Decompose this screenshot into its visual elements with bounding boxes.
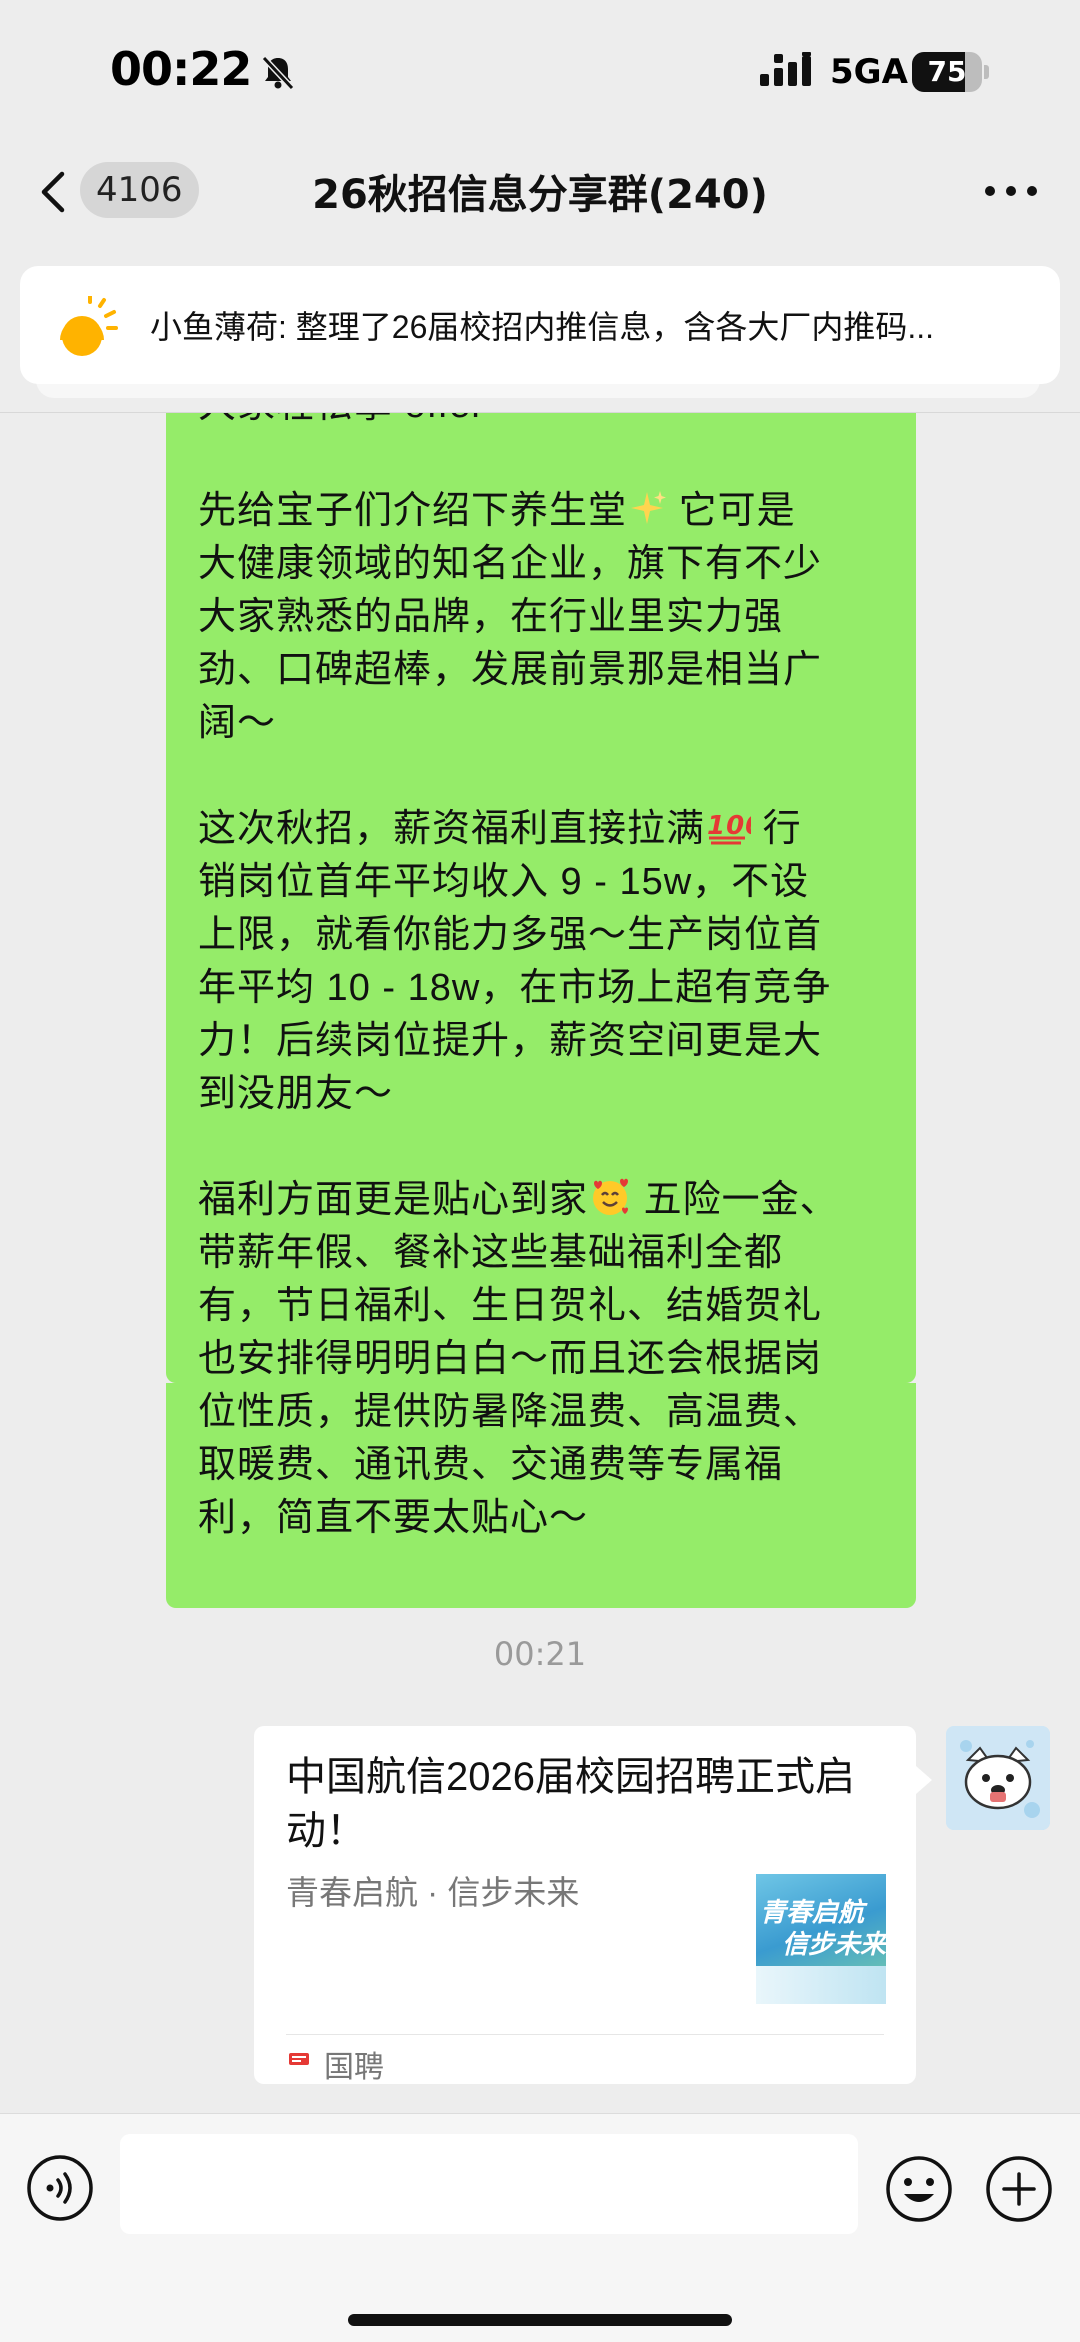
hundred-points-emoji: 100	[705, 806, 763, 856]
pinned-notice-text: 小鱼薄荷: 整理了26届校招内推信息，含各大厂内推码...	[150, 309, 935, 345]
message-line: 到没朋友～	[198, 1073, 394, 1115]
avatar-image-icon	[946, 1726, 1050, 1830]
link-card-thumbnail: 青春启航 信步未来	[756, 1874, 886, 2004]
avatar[interactable]	[946, 1726, 1050, 1830]
mute-bell-icon	[261, 55, 295, 91]
source-logo-icon	[289, 2053, 309, 2065]
emoji-face-icon[interactable]	[884, 2154, 954, 2224]
link-card-divider	[286, 2034, 884, 2035]
message-line: 大家熟悉的品牌，在行业里实力强	[198, 596, 784, 638]
unread-count-badge: 4106	[80, 162, 199, 218]
sun-icon	[60, 296, 118, 356]
message-bubble-continued[interactable]: 位性质，提供防暑降温费、高温费、 取暖费、通讯费、交通费等专属福 利，简直不要太…	[166, 1383, 916, 1608]
status-time: 00:22	[110, 42, 252, 96]
message-line: 销岗位首年平均收入 9 - 15w，不设	[198, 861, 810, 903]
message-line: 取暖费、通讯费、交通费等专属福	[198, 1444, 784, 1486]
message-line: 力！后续岗位提升，薪资空间更是大	[198, 1020, 823, 1062]
message-line: 劲、口碑超棒，发展前景那是相当广	[198, 649, 823, 691]
message-input[interactable]	[120, 2134, 858, 2234]
link-card-source: 国聘	[324, 2051, 384, 2084]
more-dots-icon[interactable]	[976, 166, 1046, 216]
message-line: 利，简直不要太贴心～	[198, 1497, 589, 1539]
message-line: 这次秋招，薪资福利直接拉满100 行	[198, 797, 802, 856]
message-line: 阔～	[198, 702, 277, 744]
pinned-notice-area: 小鱼薄荷: 整理了26届校招内推信息，含各大厂内推码...	[0, 240, 1080, 413]
message-line: 大家轻松拿 offer～	[198, 413, 524, 428]
back-chevron-icon	[41, 171, 65, 213]
message-timestamp: 00:21	[493, 1635, 587, 1673]
network-label: 5GA	[830, 52, 908, 92]
message-line: 年平均 10 - 18w，在市场上超有竞争	[198, 967, 832, 1009]
nav-bar: 4106 26秋招信息分享群(240)	[0, 140, 1080, 240]
thumbnail-text: 信步未来	[782, 1929, 886, 1959]
sparkles-emoji	[627, 488, 667, 538]
thumbnail-strip	[756, 1966, 886, 2004]
link-card[interactable]: 中国航信2026届校园招聘正式启动！ 青春启航 · 信步未来 青春启航 信步未来…	[254, 1726, 916, 2084]
battery-icon: 75	[912, 52, 989, 92]
plus-icon[interactable]	[984, 2154, 1054, 2224]
message-line: 上限，就看你能力多强～生产岗位首	[198, 914, 823, 956]
message-line: 有，节日福利、生日贺礼、结婚贺礼	[198, 1285, 823, 1327]
message-line: 大健康领域的知名企业，旗下有不少	[198, 543, 823, 585]
battery-percentage: 75	[927, 55, 967, 88]
home-indicator[interactable]	[348, 2314, 732, 2326]
message-line: 也安排得明明白白～而且还会根据岗	[198, 1338, 823, 1380]
message-line: 带薪年假、餐补这些基础福利全都	[198, 1232, 784, 1274]
signal-icon	[760, 52, 811, 86]
pinned-notice[interactable]: 小鱼薄荷: 整理了26届校招内推信息，含各大厂内推码...	[20, 266, 1060, 384]
status-bar: 00:22 5GA 75	[0, 0, 1080, 140]
message-line: 位性质，提供防暑降温费、高温费、	[198, 1391, 823, 1433]
back-button[interactable]: 4106	[28, 160, 208, 220]
input-bar	[0, 2113, 1080, 2342]
link-card-subtitle: 青春启航 · 信步未来	[286, 1874, 580, 1911]
message-line: 福利方面更是贴心到家 五险一金、	[198, 1168, 839, 1229]
link-card-title: 中国航信2026届校园招聘正式启动！	[286, 1755, 855, 1853]
chat-title: 26秋招信息分享群(240)	[312, 172, 768, 218]
link-card-tail	[916, 1766, 932, 1794]
voice-icon[interactable]	[26, 2154, 94, 2222]
message-line: 先给宝子们介绍下养生堂 它可是	[198, 479, 796, 538]
message-bubble[interactable]: 大家轻松拿 offer～ 先给宝子们介绍下养生堂 它可是 大健康领域的知名企业，…	[166, 413, 916, 1383]
